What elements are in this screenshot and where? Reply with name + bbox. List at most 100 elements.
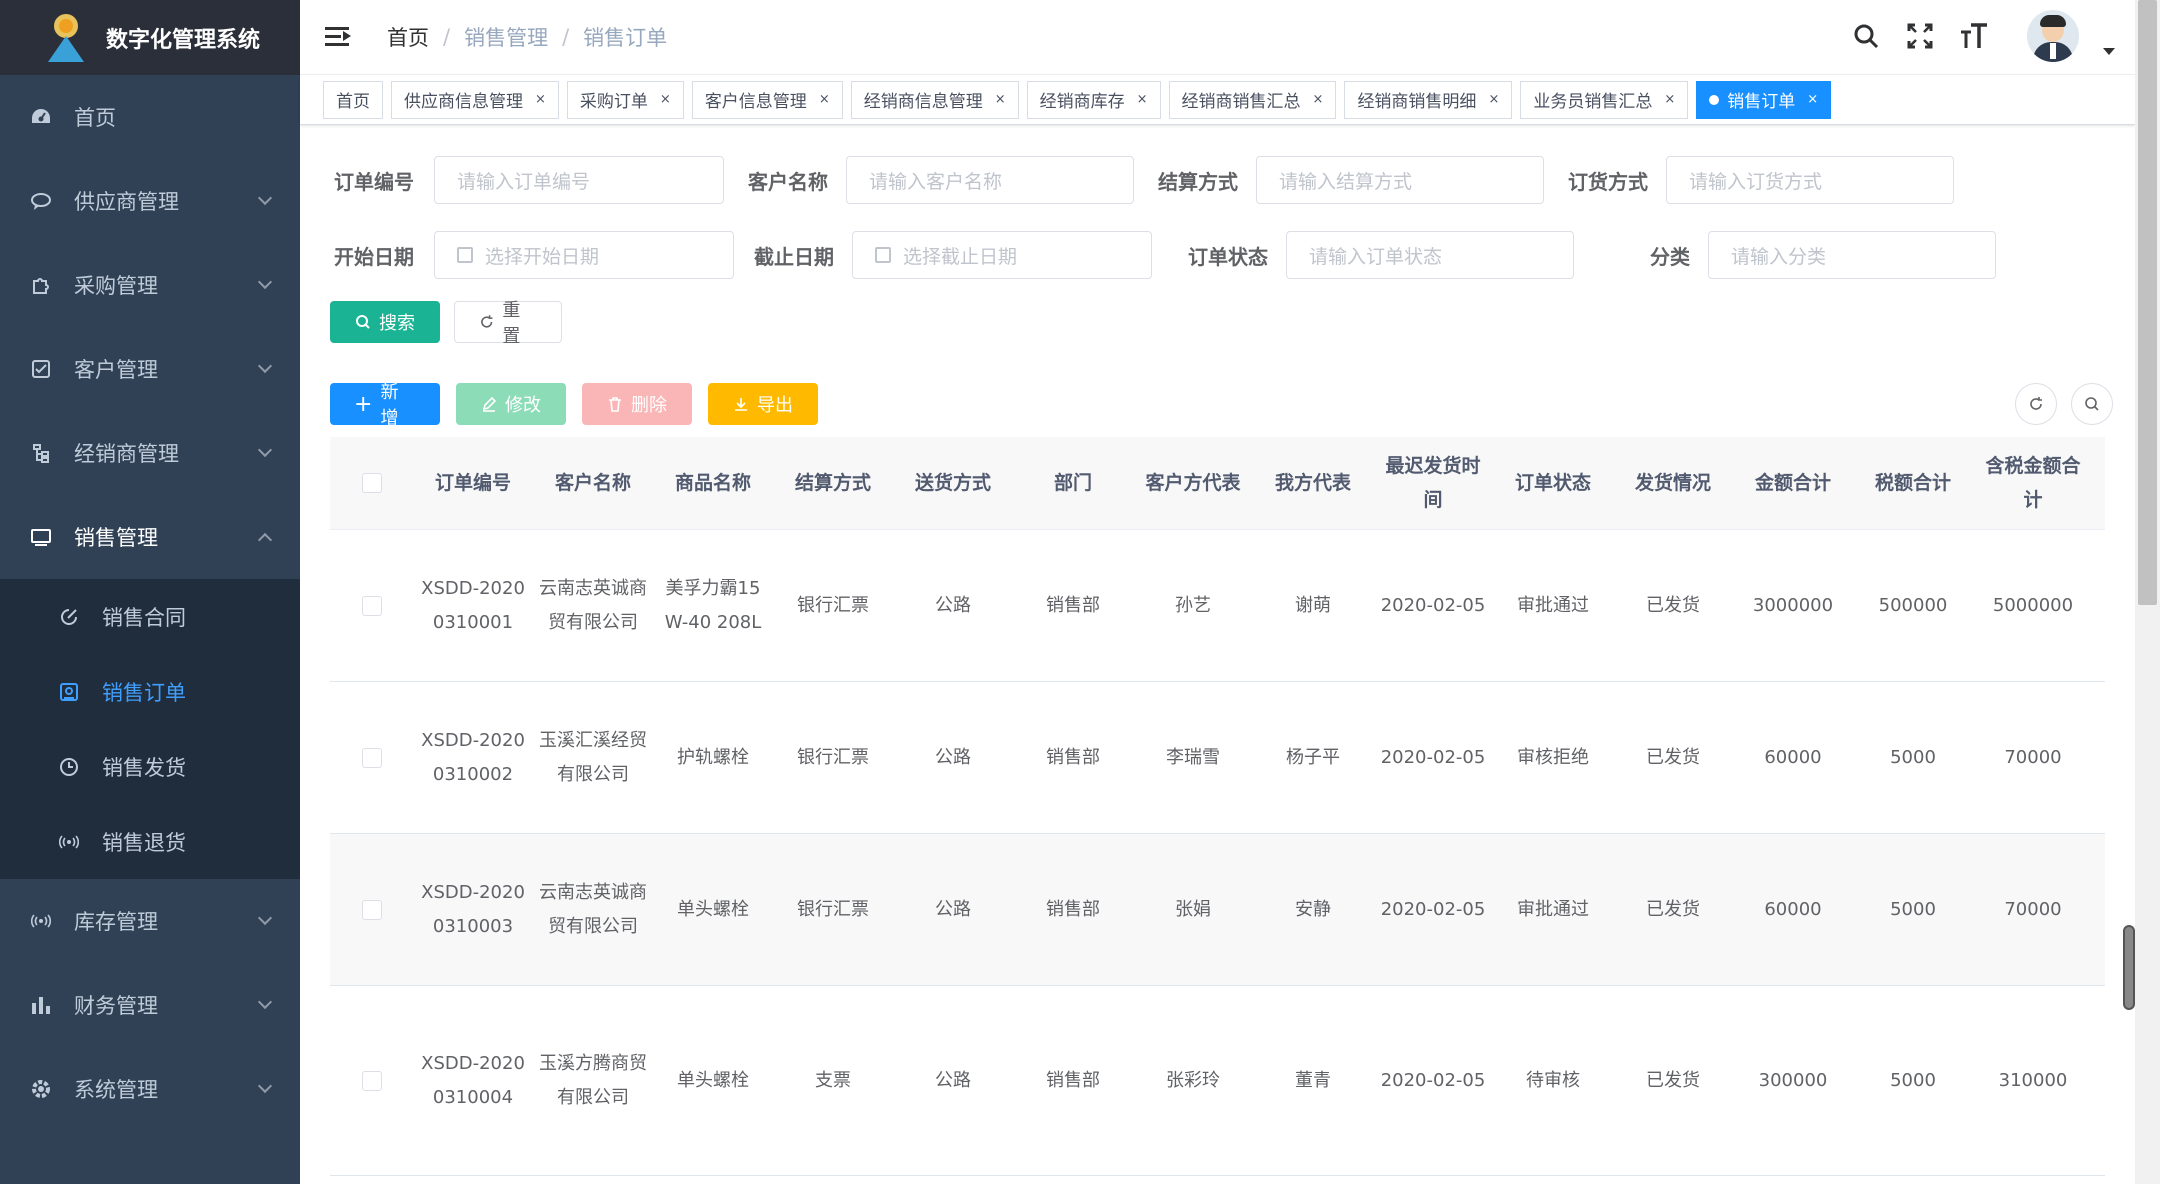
close-icon[interactable]: × [1313, 92, 1324, 107]
logo[interactable]: 数字化管理系统 [0, 0, 300, 75]
table-cell: 孙艺 [1175, 594, 1211, 616]
status-input[interactable]: 请输入订单状态 [1286, 231, 1574, 279]
tag-label: 客户信息管理 [704, 92, 807, 112]
table-row[interactable]: XSDD-20200310003 云南志英诚商贸有限公司 单头螺栓 银行汇票 公路 销售部… [330, 834, 2105, 986]
table-row[interactable]: XSDD-20200310004 玉溪方腾商贸有限公司 单头螺栓 支票 公路 销售部 张彩玲… [330, 986, 2105, 1176]
sidebar-subitem-delivery[interactable]: 销售发货 [0, 729, 300, 804]
tag-customer-info[interactable]: 客户信息管理 × [691, 80, 843, 119]
sidebar-subitem-contract[interactable]: 销售合同 [0, 579, 300, 654]
edit-button[interactable]: 修改 [456, 383, 566, 425]
chevron-up-icon [257, 532, 273, 548]
filter-form: 订单编号 请输入订单编号 客户名称 请输入客户名称 结算方式 请输入结算方式 订… [330, 155, 2110, 347]
table-cell: 银行汇票 [797, 594, 869, 616]
table-cell: 5000 [1890, 898, 1936, 920]
settlement-input[interactable]: 请输入结算方式 [1256, 156, 1544, 204]
tag-salesman-summary[interactable]: 业务员销售汇总 × [1520, 80, 1689, 119]
row-checkbox[interactable] [361, 1070, 382, 1091]
breadcrumb-home[interactable]: 首页 [387, 22, 429, 52]
close-icon[interactable]: × [1488, 92, 1499, 107]
avatar[interactable] [2027, 10, 2079, 62]
tag-dealer-sales-summary[interactable]: 经销商销售汇总 × [1168, 80, 1337, 119]
chevron-down-icon [257, 910, 273, 926]
sidebar-item-finance[interactable]: 财务管理 [0, 963, 300, 1047]
tag-purchase-order[interactable]: 采购订单 × [566, 80, 684, 119]
order-method-input[interactable]: 请输入订货方式 [1666, 156, 1954, 204]
scrollbar-thumb[interactable] [2138, 0, 2157, 605]
tag-home[interactable]: 首页 [323, 80, 383, 119]
customer-label: 客户名称 [748, 169, 828, 194]
caret-down-icon[interactable] [2103, 47, 2115, 55]
table-cell: 审批通过 [1517, 594, 1589, 616]
logo-icon [46, 13, 86, 62]
fullscreen-icon[interactable] [1905, 21, 1935, 51]
close-icon[interactable]: × [1807, 92, 1818, 107]
sidebar-item-sales[interactable]: 销售管理 [0, 495, 300, 579]
col-header: 商品名称 [674, 472, 751, 494]
end-date-picker[interactable]: 选择截止日期 [852, 231, 1152, 279]
col-header: 发货情况 [1634, 472, 1711, 494]
table-cell: 单头螺栓 [677, 1069, 749, 1091]
close-icon[interactable]: × [995, 92, 1006, 107]
sidebar-subitem-order[interactable]: 销售订单 [0, 654, 300, 729]
tag-sales-order[interactable]: 销售订单 × [1696, 80, 1832, 119]
sidebar-item-purchase[interactable]: 采购管理 [0, 243, 300, 327]
signal-icon [58, 831, 80, 853]
tag-dealer-sales-detail[interactable]: 经销商销售明细 × [1344, 80, 1513, 119]
row-checkbox[interactable] [361, 747, 382, 768]
start-date-picker[interactable]: 选择开始日期 [434, 231, 734, 279]
close-icon[interactable]: × [535, 92, 546, 107]
category-input[interactable]: 请输入分类 [1708, 231, 1996, 279]
close-icon[interactable]: × [1664, 92, 1675, 107]
placeholder: 请输入结算方式 [1279, 170, 1413, 193]
refresh-button[interactable] [2015, 383, 2057, 425]
placeholder: 选择截止日期 [903, 245, 1018, 268]
sidebar-item-dealer[interactable]: 经销商管理 [0, 411, 300, 495]
sidebar-item-home[interactable]: 首页 [0, 75, 300, 159]
search-button[interactable]: 搜索 [330, 301, 440, 343]
table-cell: 玉溪方腾商贸有限公司 [539, 1052, 647, 1108]
action-bar: + 新增 修改 删除 导出 [330, 382, 818, 429]
sidebar-item-supplier[interactable]: 供应商管理 [0, 159, 300, 243]
close-icon[interactable]: × [1137, 92, 1148, 107]
tag-supplier-info[interactable]: 供应商信息管理 × [391, 80, 559, 119]
customer-input[interactable]: 请输入客户名称 [846, 156, 1134, 204]
close-icon[interactable]: × [660, 92, 671, 107]
sidebar-subitem-return[interactable]: 销售退货 [0, 804, 300, 879]
sidebar-item-label: 首页 [74, 106, 116, 130]
order-no-input[interactable]: 请输入订单编号 [434, 156, 724, 204]
add-button[interactable]: + 新增 [330, 382, 440, 429]
reset-button[interactable]: 重置 [454, 300, 562, 347]
button-label: 新增 [380, 382, 399, 429]
button-label: 导出 [757, 395, 793, 416]
table-cell: 美孚力霸15W-40 208L [664, 577, 762, 633]
toggle-search-button[interactable] [2071, 383, 2113, 425]
select-all-checkbox[interactable] [361, 473, 382, 493]
table-row[interactable]: XSDD-20200310001 云南志英诚商贸有限公司 美孚力霸15W-40 20… [330, 530, 2105, 682]
export-button[interactable]: 导出 [708, 383, 818, 425]
table-body: XSDD-20200310001 云南志英诚商贸有限公司 美孚力霸15W-40 20… [330, 530, 2105, 1176]
tag-dealer-info[interactable]: 经销商信息管理 × [850, 80, 1019, 119]
delete-button[interactable]: 删除 [582, 383, 692, 425]
drag-handle[interactable] [2123, 925, 2135, 1010]
scrollbar[interactable] [2135, 0, 2160, 1184]
breadcrumb-level2: 销售订单 [583, 26, 668, 50]
settlement-label: 结算方式 [1158, 169, 1238, 194]
font-size-icon[interactable] [1959, 21, 1989, 51]
sidebar-item-inventory[interactable]: 库存管理 [0, 879, 300, 963]
row-checkbox[interactable] [361, 899, 382, 920]
status-label: 订单状态 [1188, 244, 1268, 269]
tag-label: 经销商信息管理 [863, 92, 983, 112]
table-cell: 审批通过 [1517, 898, 1589, 920]
row-checkbox[interactable] [361, 595, 382, 616]
table-cell: 5000 [1890, 746, 1936, 768]
chevron-down-icon [257, 442, 273, 458]
hamburger-icon[interactable] [325, 25, 351, 49]
sidebar-item-system[interactable]: 系统管理 [0, 1047, 300, 1131]
close-icon[interactable]: × [819, 92, 830, 107]
tag-label: 业务员销售汇总 [1533, 92, 1653, 112]
search-icon[interactable] [1851, 21, 1881, 51]
table-row[interactable]: XSDD-20200310002 玉溪汇溪经贸有限公司 护轨螺栓 银行汇票 公路 销售部 李… [330, 682, 2105, 834]
table-cell: 2020-02-05 [1380, 746, 1486, 768]
tag-dealer-stock[interactable]: 经销商库存 × [1026, 80, 1161, 119]
sidebar-item-customer[interactable]: 客户管理 [0, 327, 300, 411]
